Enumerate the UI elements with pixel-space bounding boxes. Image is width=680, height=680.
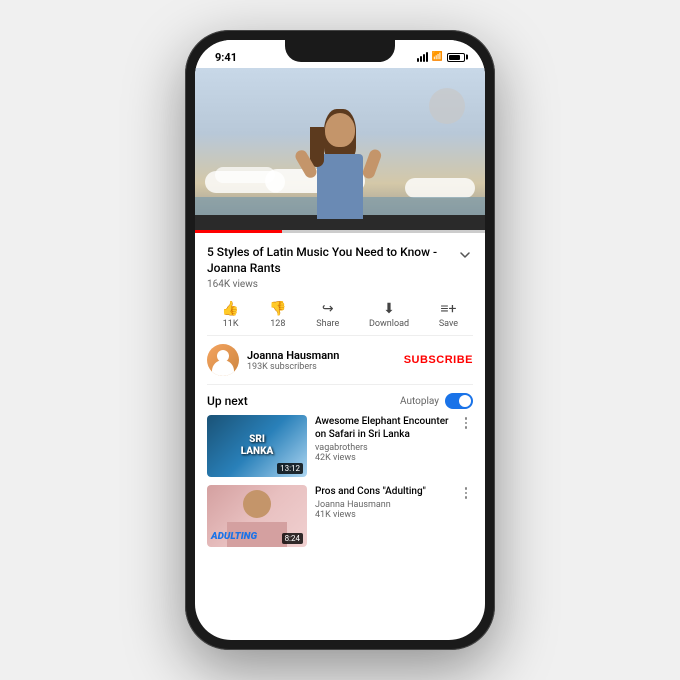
video-meta-2: Pros and Cons "Adulting" Joanna Hausmann…	[315, 485, 451, 520]
like-button[interactable]: 👍 11K	[222, 301, 239, 329]
phone-screen: 9:41 📶	[195, 40, 485, 640]
autoplay-toggle[interactable]	[445, 393, 473, 409]
subscribe-button[interactable]: SUBSCRIBE	[404, 350, 473, 370]
action-bar: 👍 11K 👎 128 ↪ Share ⬇ Download	[207, 296, 473, 336]
video-title-row: 5 Styles of Latin Music You Need to Know…	[207, 245, 473, 276]
thumbs-up-icon: 👍	[222, 301, 239, 317]
adulting-text: ADULTING	[211, 531, 257, 542]
save-label: Save	[439, 319, 458, 329]
channel-name[interactable]: Joanna Hausmann	[247, 349, 404, 362]
list-item[interactable]: SRI LANKA 13:12 Awesome Elephant Encount…	[207, 415, 473, 477]
video-player[interactable]	[195, 68, 485, 233]
thumb-text-1: SRI LANKA	[232, 434, 282, 458]
signal-icon	[417, 52, 428, 62]
more-options-button-2[interactable]	[459, 485, 473, 499]
circle-decoration	[429, 88, 465, 124]
up-next-header: Up next Autoplay	[207, 385, 473, 415]
autoplay-row: Autoplay	[400, 393, 473, 409]
autoplay-label: Autoplay	[400, 396, 439, 407]
download-icon: ⬇	[383, 301, 395, 317]
more-options-button-1[interactable]	[459, 415, 473, 429]
view-count: 164K views	[207, 279, 473, 290]
video-meta-1: Awesome Elephant Encounter on Safari in …	[315, 415, 451, 463]
download-button[interactable]: ⬇ Download	[369, 301, 409, 329]
duration-2: 8:24	[282, 533, 303, 544]
notch	[285, 40, 395, 62]
thumbnail-2: ADULTING 8:24	[207, 485, 307, 547]
video-item-title-1: Awesome Elephant Encounter on Safari in …	[315, 415, 451, 441]
save-button[interactable]: ≡+ Save	[439, 300, 458, 329]
like-count: 11K	[223, 319, 239, 329]
video-item-title-2: Pros and Cons "Adulting"	[315, 485, 451, 498]
channel-row: Joanna Hausmann 193K subscribers SUBSCRI…	[207, 336, 473, 385]
up-next-label: Up next	[207, 394, 248, 408]
save-icon: ≡+	[440, 300, 456, 317]
phone-frame: 9:41 📶	[185, 30, 495, 650]
battery-icon	[447, 53, 465, 62]
thumbs-down-icon: 👎	[269, 301, 286, 317]
list-item[interactable]: ADULTING 8:24 Pros and Cons "Adulting" J…	[207, 485, 473, 547]
chevron-down-icon[interactable]	[457, 247, 473, 263]
wifi-icon: 📶	[432, 52, 443, 62]
content-area: 5 Styles of Latin Music You Need to Know…	[195, 233, 485, 555]
channel-subscribers: 193K subscribers	[247, 362, 404, 372]
video-item-views-1: 42K views	[315, 453, 451, 463]
video-title: 5 Styles of Latin Music You Need to Know…	[207, 245, 457, 276]
video-item-channel-1: vagabrothers	[315, 443, 451, 453]
channel-info: Joanna Hausmann 193K subscribers	[247, 349, 404, 372]
duration-1: 13:12	[277, 463, 303, 474]
dislike-count: 128	[270, 319, 285, 329]
status-time: 9:41	[215, 51, 237, 64]
video-item-views-2: 41K views	[315, 510, 451, 520]
status-icons: 📶	[417, 52, 465, 62]
share-icon: ↪	[322, 301, 334, 317]
video-progress-bar[interactable]	[195, 230, 485, 233]
share-label: Share	[316, 319, 339, 329]
video-item-channel-2: Joanna Hausmann	[315, 500, 451, 510]
download-label: Download	[369, 319, 409, 329]
share-button[interactable]: ↪ Share	[316, 301, 339, 329]
dislike-button[interactable]: 👎 128	[269, 301, 286, 329]
toggle-knob	[459, 395, 471, 407]
host-figure	[310, 109, 370, 219]
channel-avatar[interactable]	[207, 344, 239, 376]
thumbnail-1: SRI LANKA 13:12	[207, 415, 307, 477]
